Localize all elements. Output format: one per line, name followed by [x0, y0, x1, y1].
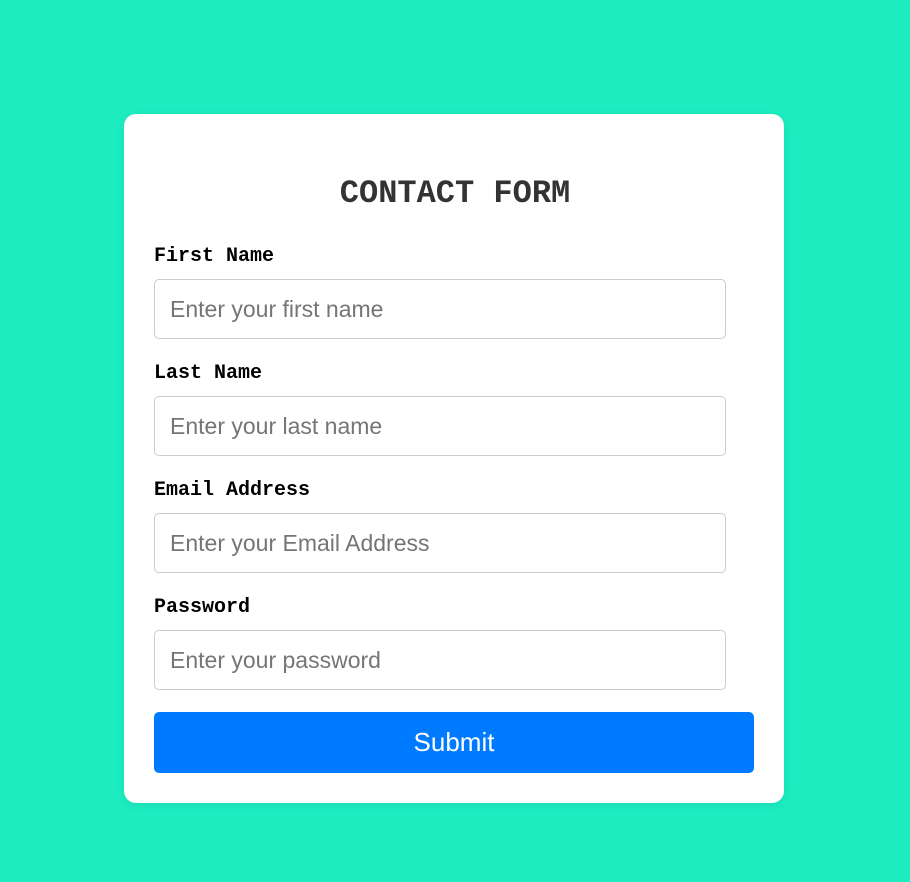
contact-form-card — [124, 114, 784, 803]
last-name-input[interactable] — [154, 396, 726, 456]
email-address-input[interactable] — [154, 513, 726, 573]
first-name-label: First Name — [154, 245, 275, 268]
first-name-input[interactable] — [154, 279, 726, 339]
password-input[interactable] — [154, 630, 726, 690]
last-name-label: Last Name — [154, 362, 263, 385]
password-label: Password — [154, 596, 251, 619]
submit-button[interactable]: Submit — [154, 712, 754, 773]
email-address-label: Email Address — [154, 479, 311, 502]
form-title: CONTACT FORM — [339, 175, 571, 212]
